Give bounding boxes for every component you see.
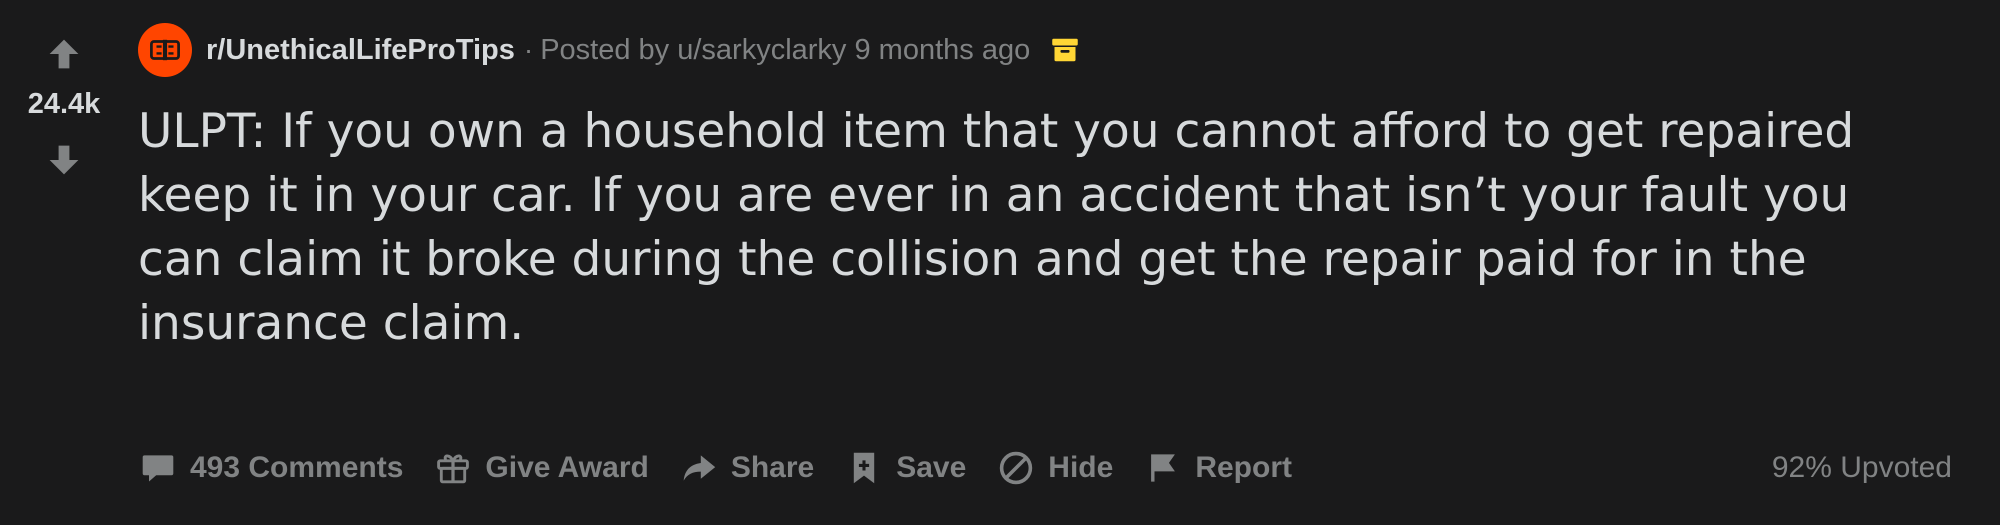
share-arrow-icon [679,448,719,488]
upvote-button[interactable] [40,30,88,78]
save-label: Save [896,451,967,484]
archive-badge [1050,35,1080,65]
save-button[interactable]: Save [844,448,966,488]
subreddit-icon [150,39,180,61]
post-title-line: keep it in your car. If you are ever in … [138,168,1850,223]
upvote-ratio: 92% Upvoted [1771,451,1952,484]
give-award-button[interactable]: Give Award [433,448,649,488]
hide-button[interactable]: Hide [996,448,1113,488]
comments-button[interactable]: 493 Comments [138,448,403,488]
post-title-line: ULPT: If you own a household item that y… [138,104,1855,159]
arrow-down-icon [49,145,79,175]
post-title[interactable]: ULPT: If you own a household item that y… [138,100,1978,356]
downvote-button[interactable] [40,136,88,184]
share-label: Share [730,451,815,484]
arrow-up-icon [49,39,79,69]
share-button[interactable]: Share [679,448,814,488]
report-label: Report [1195,451,1292,484]
flag-icon [1143,448,1183,488]
archive-icon [1052,38,1078,62]
post-title-line: insurance claim. [138,296,525,351]
comments-label: 493 Comments [190,451,404,484]
give-award-label: Give Award [485,451,649,484]
bookmark-icon [844,448,884,488]
hide-icon [996,448,1036,488]
report-button[interactable]: Report [1143,448,1292,488]
vote-count: 24.4k [27,88,101,120]
subreddit-avatar[interactable] [138,23,192,77]
post-title-line: can claim it broke during the collision … [138,232,1807,287]
header-separator: · [523,34,534,65]
vote-column: 24.4k [0,0,128,525]
comment-icon [138,448,178,488]
hide-label: Hide [1048,451,1114,484]
post-card: 24.4k r/UnethicalLifeProTips · Posted by… [0,0,2000,525]
post-header: r/UnethicalLifeProTips · Posted by u/sar… [138,23,1080,77]
subreddit-link[interactable]: r/UnethicalLifeProTips [206,34,515,67]
gift-icon [433,448,473,488]
posted-by-text[interactable]: Posted by u/sarkyclarky 9 months ago [540,34,1030,67]
post-actions-bar: 493 Comments Give Award Share Save Hide … [138,442,1322,494]
